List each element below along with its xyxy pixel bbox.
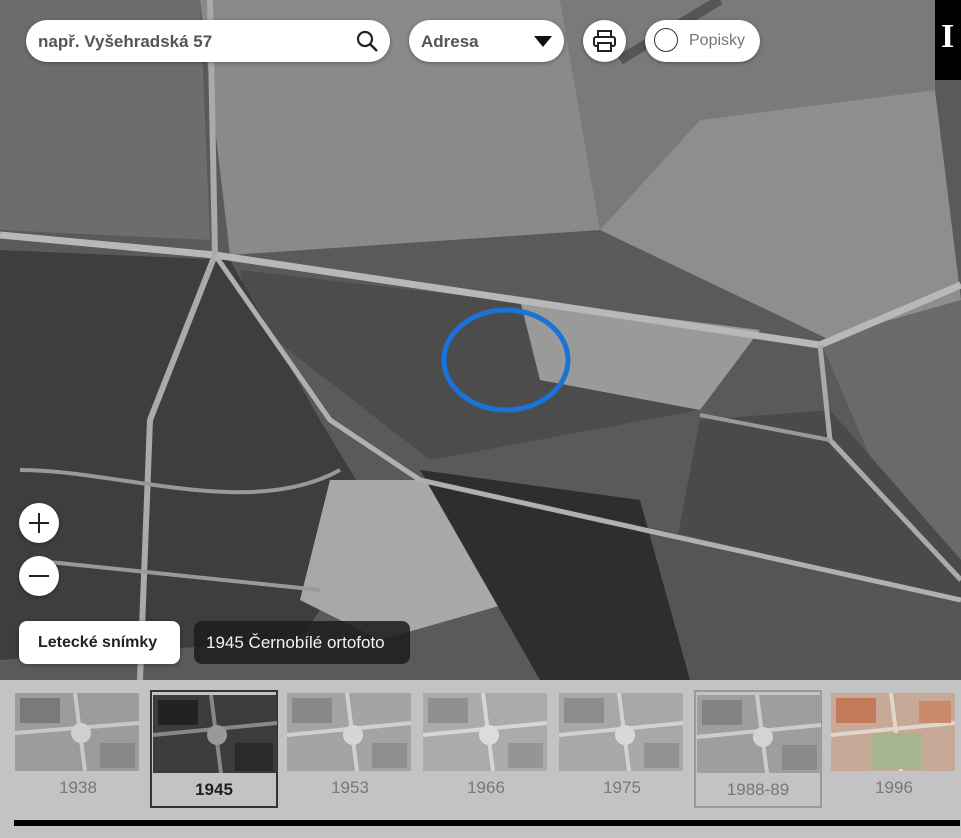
thumbnail-image xyxy=(559,693,683,771)
thumbnail-image xyxy=(423,693,547,771)
logo-text: I xyxy=(941,18,955,55)
timeline-scrollbar[interactable] xyxy=(14,820,960,826)
thumbnail-image xyxy=(153,695,277,773)
aerial-images-label: Letecké snímky xyxy=(38,634,158,651)
timeline-item-1996[interactable]: 1996 xyxy=(830,690,958,808)
labels-radio[interactable] xyxy=(654,28,678,52)
timeline-year: 1945 xyxy=(195,780,233,799)
active-layer-label: 1945 Černobílé ortofoto xyxy=(206,633,385,652)
search-input[interactable]: např. Vyšehradská 57 xyxy=(38,32,212,52)
search-type-select[interactable]: Adresa xyxy=(409,20,564,62)
thumbnail-image xyxy=(287,693,411,771)
timeline-year: 1966 xyxy=(467,778,505,797)
print-button[interactable] xyxy=(583,20,626,62)
timeline-item-1966[interactable]: 1966 xyxy=(422,690,550,808)
timeline-item-1975[interactable]: 1975 xyxy=(558,690,686,808)
timeline-year: 1953 xyxy=(331,778,369,797)
zoom-out-button[interactable] xyxy=(19,556,59,596)
plus-icon xyxy=(29,513,49,533)
search-bar[interactable]: např. Vyšehradská 57 xyxy=(26,20,390,62)
timeline-year: 1996 xyxy=(875,778,913,797)
timeline-item-1938[interactable]: 1938 xyxy=(14,690,142,808)
timeline-item-1953[interactable]: 1953 xyxy=(286,690,414,808)
thumbnail-image xyxy=(697,695,821,773)
logo: I xyxy=(935,0,961,80)
active-layer-badge: 1945 Černobílé ortofoto xyxy=(194,621,410,664)
timeline-year: 1988-89 xyxy=(726,780,790,799)
search-type-value: Adresa xyxy=(421,32,479,51)
minus-icon xyxy=(29,575,49,577)
timeline-year: 1975 xyxy=(603,778,641,797)
labels-toggle[interactable]: Popisky xyxy=(645,20,760,62)
aerial-images-button[interactable]: Letecké snímky xyxy=(19,621,180,664)
thumbnail-image xyxy=(15,693,139,771)
printer-icon xyxy=(593,30,616,52)
thumbnail-image xyxy=(831,693,955,771)
dropdown-triangle-icon xyxy=(534,35,552,47)
timeline-item-1945[interactable]: 1945 xyxy=(150,690,278,808)
timeline-year: 1938 xyxy=(59,778,97,797)
zoom-in-button[interactable] xyxy=(19,503,59,543)
search-icon[interactable] xyxy=(354,28,380,54)
timeline-item-1988-89[interactable]: 1988-89 xyxy=(694,690,822,808)
labels-toggle-label: Popisky xyxy=(689,32,746,49)
